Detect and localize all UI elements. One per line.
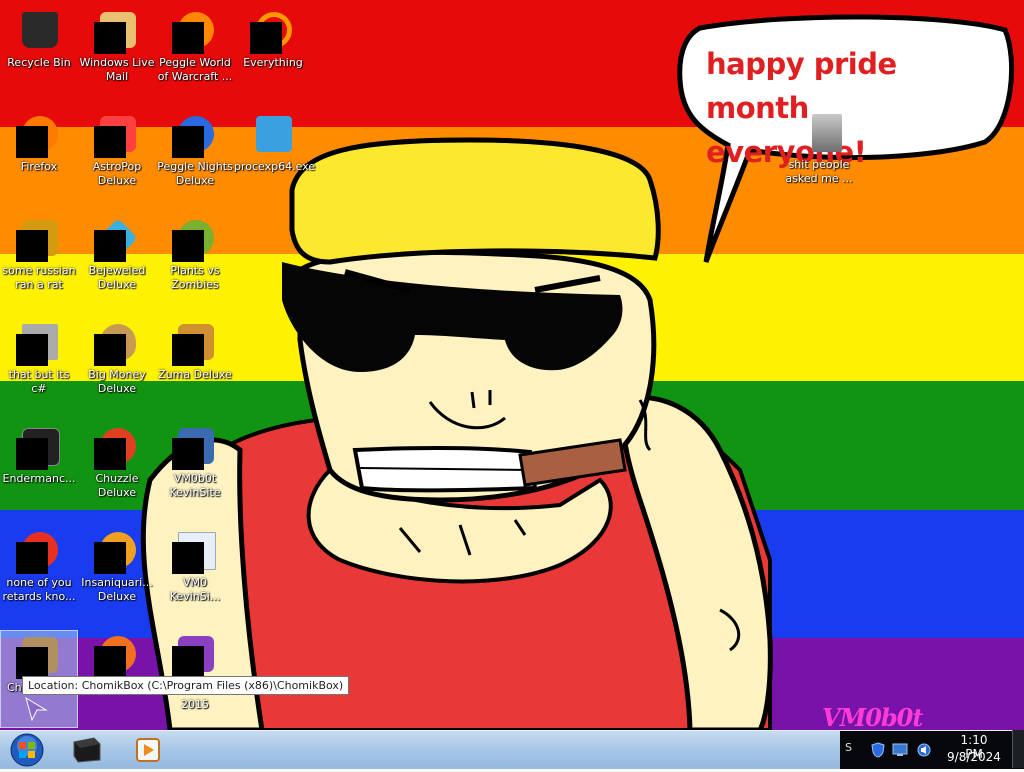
desktop-icon-label: Insaniquari... Deluxe xyxy=(81,576,153,603)
desktop-icon-russian-rat[interactable]: some russian ran a rat xyxy=(0,214,78,292)
desktop-icon-label: some russian ran a rat xyxy=(2,264,76,291)
taskbar: S xyxy=(0,730,1024,769)
desktop-icon-recycle-bin[interactable]: Recycle Bin xyxy=(0,6,78,70)
tray-overflow-button[interactable]: S xyxy=(845,741,852,754)
desktop-icon-label: Peggle Nights Deluxe xyxy=(157,160,233,187)
desktop-icon-label: none of you retards kno... xyxy=(2,576,76,603)
desktop-icon-label: Firefox xyxy=(20,160,58,173)
desktop-icon-none-of-you[interactable]: none of you retards kno... xyxy=(0,526,78,604)
desktop-icon-endermanch[interactable]: Endermanc... xyxy=(0,422,78,486)
desktop-icon-that-but-its-csharp[interactable]: that but its c# xyxy=(0,318,78,396)
desktop-icon-peggle-nights[interactable]: Peggle Nights Deluxe xyxy=(156,110,234,188)
desktop-icon-zuma[interactable]: Zuma Deluxe xyxy=(156,318,234,382)
media-player-icon xyxy=(136,738,160,762)
desktop-icon-label: Endermanc... xyxy=(2,472,76,485)
desktop-icon-label: procexp64.exe xyxy=(234,160,316,173)
desktop-icon-plants-vs-zombies[interactable]: Plants vs Zombies xyxy=(156,214,234,292)
desktop-icon-everything[interactable]: Everything xyxy=(234,6,312,70)
blackbox-icon xyxy=(73,737,101,763)
desktop-icon-visual-studio[interactable]: 2015 xyxy=(156,630,234,712)
desktop-icon-vm0-kevinsite[interactable]: VM0 KevinSi... xyxy=(156,526,234,604)
watermark: VM0b0t xyxy=(822,703,923,732)
desktop-icon-big-money[interactable]: Big Money Deluxe xyxy=(78,318,156,396)
desktop-icon-label: Big Money Deluxe xyxy=(88,368,146,395)
desktop-icon-label: VM0 KevinSi... xyxy=(169,576,221,603)
desktop-icon-browser[interactable] xyxy=(78,630,156,680)
desktop-icon-label: that but its c# xyxy=(8,368,70,395)
desktop-icon-folder[interactable]: shit people asked me ... xyxy=(780,108,858,186)
location-tooltip: Location: ChomikBox (C:\Program Files (x… xyxy=(22,676,350,695)
desktop-icon-insaniquarium[interactable]: Insaniquari... Deluxe xyxy=(78,526,156,604)
folder-icon xyxy=(812,114,842,152)
desktop-icon-vm0b0t-kevinsite[interactable]: VM0b0t KevinSite xyxy=(156,422,234,500)
desktop-icon-windows-live-mail[interactable]: Windows Live Mail xyxy=(78,6,156,84)
desktop-icon-astropop[interactable]: AstroPop Deluxe xyxy=(78,110,156,188)
volume-icon[interactable] xyxy=(916,742,932,758)
desktop-icon-label: 2015 xyxy=(181,698,209,711)
start-button[interactable] xyxy=(6,732,48,768)
desktop-icon-label: AstroPop Deluxe xyxy=(92,160,142,187)
desktop-icon-label: VM0b0t KevinSite xyxy=(169,472,221,499)
desktop-icon-label: Bejeweled Deluxe xyxy=(88,264,146,291)
taskbar-app-media-player[interactable] xyxy=(118,732,176,767)
taskbar-app-blackbox[interactable] xyxy=(58,732,116,767)
network-icon[interactable] xyxy=(892,743,908,757)
desktop-icon-label: Windows Live Mail xyxy=(79,56,155,83)
show-desktop-button[interactable] xyxy=(1012,730,1024,768)
desktop-icon-procexp[interactable]: procexp64.exe xyxy=(234,110,316,174)
desktop-icon-label: Plants vs Zombies xyxy=(170,264,220,291)
magnifier-icon xyxy=(256,116,292,152)
shield-icon[interactable] xyxy=(870,742,886,758)
cursor-icon xyxy=(25,696,48,722)
clock-date[interactable]: 9/8/2024 xyxy=(946,750,1002,764)
desktop-icon-chuzzle[interactable]: Chuzzle Deluxe xyxy=(78,422,156,500)
desktop-icon-bejeweled[interactable]: Bejeweled Deluxe xyxy=(78,214,156,292)
desktop-icon-label: Everything xyxy=(243,56,303,69)
recycle-bin-icon xyxy=(22,12,58,48)
desktop-icon-peggle-wow[interactable]: Peggle World of Warcraft ... xyxy=(156,6,234,84)
desktop-icon-label: shit people asked me ... xyxy=(785,158,853,185)
desktop-icon-firefox[interactable]: Firefox xyxy=(0,110,78,174)
desktop-icon-label: Zuma Deluxe xyxy=(158,368,232,381)
desktop-icon-label: Recycle Bin xyxy=(7,56,71,69)
desktop-icon-label: Chuzzle Deluxe xyxy=(95,472,139,499)
windows-start-icon xyxy=(10,733,44,767)
desktop-icon-label: Peggle World of Warcraft ... xyxy=(157,56,233,83)
